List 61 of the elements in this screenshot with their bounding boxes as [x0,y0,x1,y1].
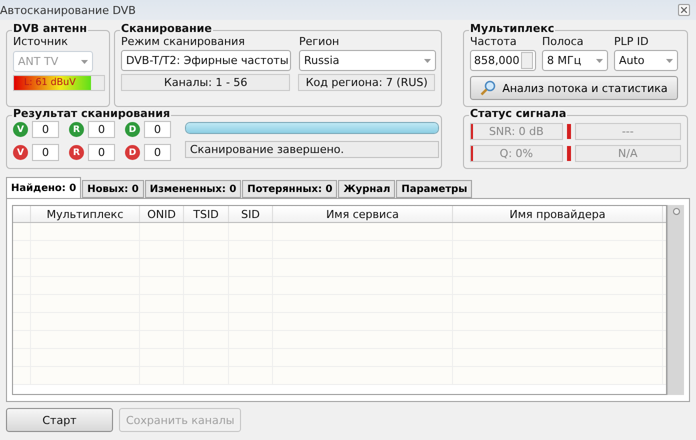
search-icon [480,80,496,96]
close-button[interactable] [678,4,690,16]
status-badge: D [125,122,140,137]
group-title: Сканирование [120,22,213,35]
threshold-mark [566,124,571,139]
dropdown-arrow-icon [424,58,431,62]
count-field: 0 [88,144,115,161]
close-icon [681,7,687,13]
region-dropdown[interactable]: Russia [299,50,436,71]
tab[interactable]: Параметры [396,180,472,198]
scrollbar[interactable] [667,205,684,395]
group-title: DVB антенн [12,22,88,35]
level-reading: L: 61 dBuV [24,77,76,89]
signal-value: --- [574,123,681,140]
dropdown-arrow-icon [666,58,673,62]
tab[interactable]: Найдено: 0 [6,177,82,198]
region-label: Регион [299,35,340,48]
frequency-label: Частота [470,35,518,48]
region-code-info: Код региона: 7 (RUS) [298,74,435,91]
column-header[interactable]: Мультиплекс [31,206,140,222]
count-field: 0 [32,121,59,138]
signal-value: N/A [574,145,681,162]
column-header[interactable]: TSID [184,206,229,222]
count-field: 0 [32,144,59,161]
frequency-field[interactable]: 858,000 [470,50,536,71]
tab[interactable]: Измененных: 0 [144,180,242,198]
count-field: 0 [88,121,115,138]
source-label: Источник [13,35,69,48]
status-badge: D [125,145,140,160]
analyze-button[interactable]: Анализ потока и статистика [470,76,678,100]
plp-id-dropdown[interactable]: Auto [614,50,678,71]
band-dropdown[interactable]: 8 МГц [542,50,608,71]
status-badge: V [13,122,28,137]
scan-mode-dropdown[interactable]: DVB-T/T2: Эфирные частоты [121,50,291,71]
tab[interactable]: Журнал [338,180,396,198]
window-title: Автосканирование DVB [0,4,136,16]
dropdown-arrow-icon [596,58,603,62]
column-header[interactable]: SID [229,206,273,222]
status-badge: R [69,145,84,160]
tab[interactable]: Новых: 0 [82,180,144,198]
status-badge: R [69,122,84,137]
signal-reading: SNR: 0 dB [470,123,563,140]
scan-mode-label: Режим сканирования [121,35,246,48]
count-field: 0 [144,144,171,161]
threshold-mark [566,146,571,161]
column-header[interactable]: Имя провайдера [453,206,663,222]
group-title: Мультиплекс [469,22,556,35]
band-label: Полоса [542,35,585,48]
column-header[interactable]: ONID [140,206,184,222]
scan-status-text: Сканирование завершено. [185,141,439,158]
group-title: Статус сигнала [469,107,568,120]
count-field: 0 [144,121,171,138]
channels-info: Каналы: 1 - 56 [121,74,290,91]
column-header[interactable]: Имя сервиса [273,206,453,222]
tab[interactable]: Потерянных: 0 [242,180,338,198]
plp-id-label: PLP ID [614,35,650,48]
start-button[interactable]: Старт [6,408,113,432]
status-badge: V [13,145,28,160]
dropdown-arrow-icon [81,60,88,64]
signal-reading: Q: 0% [470,145,563,162]
group-title: Результат сканирования [12,107,172,120]
